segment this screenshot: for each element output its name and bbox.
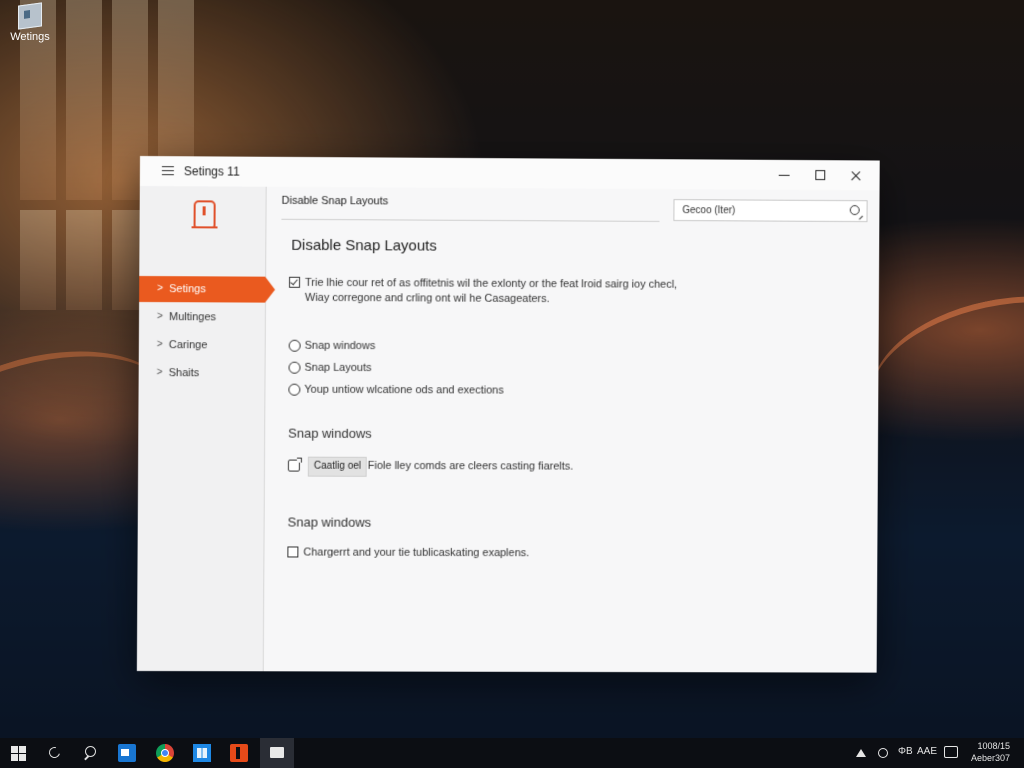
page-title: Disable Snap Layouts [291,237,859,257]
section-title-snap-windows: Snap windows [288,426,858,443]
radio-option-snap-windows[interactable]: Snap windows [289,338,859,363]
settings-window: Setings 11 > Setings > Multinges > Carin… [137,156,880,673]
chevron-right-icon: > [157,332,163,358]
sidebar-nav: > Setings > Multinges > Caringe > Shaits [149,276,276,389]
breadcrumb: Disable Snap Layouts [282,195,389,208]
clock[interactable]: 1008/15 Aeber307 [971,740,1010,764]
chrome-icon[interactable] [156,744,174,762]
section-title-snap-windows-2: Snap windows [288,515,858,532]
radio-button[interactable] [288,362,300,374]
close-button[interactable] [844,166,868,184]
radio-button[interactable] [289,340,301,352]
secondary-checkbox[interactable] [287,546,298,557]
taskbar: ΦB AAE 1008/15 Aeber307 [0,738,1024,768]
tray-language[interactable]: AAE [917,746,937,757]
snap-action-row: Caatlig oel Fiole lley comds are cleers … [288,457,858,483]
radio-option-window-locations[interactable]: Youp untiow wlcatione ods and exections [288,382,858,406]
radio-button[interactable] [288,384,300,396]
action-button[interactable]: Caatlig oel [308,457,367,477]
cortana-icon[interactable] [46,744,64,762]
snap-radio-group: Snap windows Snap Layouts Youp untiow wl… [288,338,859,406]
tray-status-icon[interactable] [878,748,888,758]
desktop-settings-shortcut[interactable]: Wetings [8,4,52,43]
header-divider [281,219,659,222]
store-icon[interactable] [193,744,211,762]
sidebar-item-label: Shaits [169,367,200,379]
checkbox-description-line2: Wiay corregone and crling ont wil he Cas… [305,291,859,309]
settings-shortcut-icon [18,2,42,29]
chevron-right-icon: > [157,276,163,302]
tray-network-text[interactable]: ΦB [898,746,913,757]
app-logo-icon [194,200,216,228]
secondary-checkbox-row[interactable]: Chargerrt and your tie tublicaskating ex… [287,545,857,562]
radio-label: Snap Layouts [304,362,371,374]
main-content: Disable Snap Layouts Trie lhie cour ret … [287,237,859,562]
tray-overflow-icon[interactable] [856,749,866,757]
office-icon[interactable] [230,744,248,762]
sidebar-item-label: Setings [169,283,206,295]
outlook-icon[interactable] [118,744,136,762]
main-option-checkbox-row[interactable]: Trie lhie cour ret of as offitetnis wil … [289,276,859,309]
clock-time: 1008/15 [971,740,1010,752]
chevron-right-icon: > [157,360,163,386]
radio-label: Youp untiow wlcatione ods and exections [304,384,503,397]
search-box[interactable] [673,199,867,222]
radio-option-snap-layouts[interactable]: Snap Layouts [288,360,858,384]
minimize-button[interactable] [773,166,797,184]
taskbar-search-icon[interactable] [82,744,100,762]
sidebar-item-multinges[interactable]: > Multinges [149,304,275,331]
active-settings-app-icon[interactable] [260,738,294,768]
search-icon[interactable] [850,205,860,215]
content-header: Disable Snap Layouts [281,187,879,226]
sidebar-item-label: Caringe [169,339,208,351]
clock-date: Aeber307 [971,752,1010,764]
sidebar: > Setings > Multinges > Caringe > Shaits [137,186,267,671]
main-option-checkbox[interactable] [289,277,300,288]
search-input[interactable] [680,204,843,218]
window-title: Setings 11 [184,164,240,178]
action-description: Fiole lley comds are cleers casting fiar… [368,460,574,473]
title-bar[interactable]: Setings 11 [140,156,880,190]
sidebar-item-caringe[interactable]: > Caringe [149,332,275,359]
notification-icon[interactable] [944,746,958,758]
hamburger-menu-icon[interactable] [162,166,174,175]
secondary-checkbox-label: Chargerrt and your tie tublicaskating ex… [303,546,857,563]
start-button-icon[interactable] [10,744,28,762]
chevron-right-icon: > [157,304,163,330]
desktop-icon-label: Wetings [8,31,52,43]
sidebar-item-label: Multinges [169,311,216,323]
background-swoosh [858,275,1024,472]
maximize-button[interactable] [808,166,832,184]
open-external-icon[interactable] [288,460,300,472]
sidebar-item-shaits[interactable]: > Shaits [149,360,275,387]
sidebar-item-settings[interactable]: > Setings [139,276,265,303]
radio-label: Snap windows [305,340,376,352]
